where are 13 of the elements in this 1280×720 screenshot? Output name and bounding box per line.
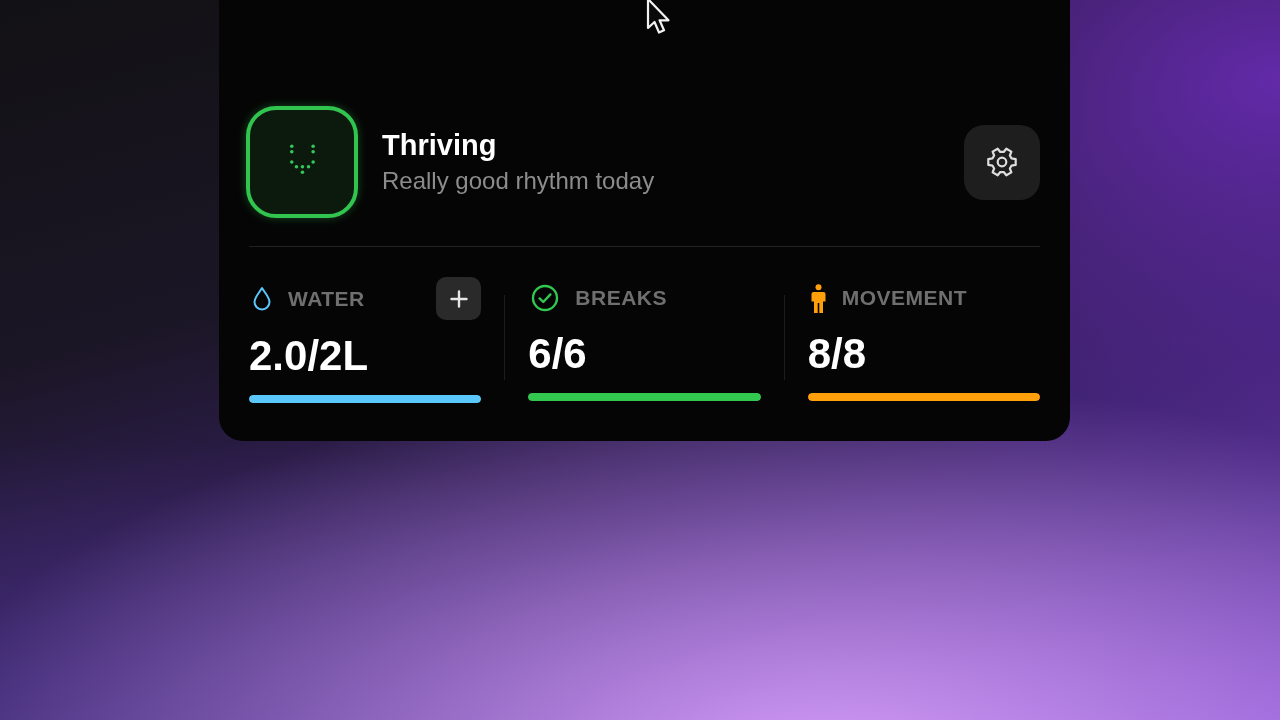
- add-button[interactable]: [436, 277, 482, 320]
- settings-button[interactable]: [964, 124, 1040, 200]
- status-subtitle: Really good rhythm today: [382, 167, 655, 196]
- stat-value: 8/8: [807, 333, 868, 375]
- stat-value: 6/6: [528, 333, 588, 375]
- stat-label: WATER: [288, 285, 365, 312]
- stat-label: BREAKS: [575, 285, 667, 311]
- plus-icon: [448, 288, 469, 309]
- status-title: Thriving: [382, 128, 498, 163]
- stat-label: MOVEMENT: [841, 285, 967, 311]
- settings-icon: [985, 145, 1019, 179]
- stat-value: 2.0/2L: [249, 335, 370, 377]
- smiley-face-icon: [246, 106, 358, 218]
